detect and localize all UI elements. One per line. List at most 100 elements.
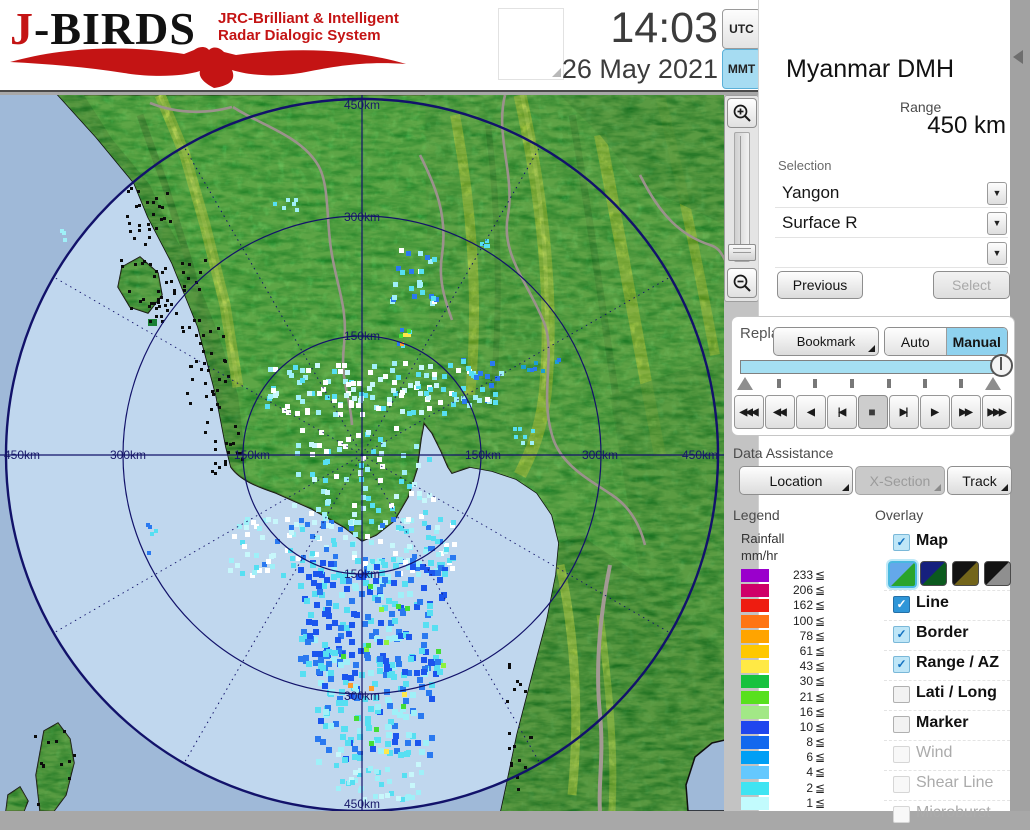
legend-swatch — [741, 644, 769, 658]
overlay-item-range-az[interactable]: ✓ Range / AZ — [884, 650, 1010, 680]
collapse-panel-icon[interactable] — [1013, 50, 1023, 64]
overlay-item-map[interactable]: ✓ Map — [884, 529, 1010, 558]
legend-row: 1 ≦ — [741, 796, 833, 811]
lte-symbol: ≦ — [815, 568, 826, 582]
legend-row: 8 ≦ — [741, 735, 833, 750]
step-first-button[interactable]: |◀ — [827, 395, 857, 429]
lte-symbol: ≦ — [815, 628, 826, 643]
dropdown-site[interactable]: Yangon ▼ — [775, 180, 1008, 208]
legend-value: 6 — [806, 750, 813, 765]
slider-start-marker[interactable] — [737, 377, 753, 390]
location-button[interactable]: Location — [739, 466, 853, 495]
manual-button[interactable]: Manual — [946, 328, 1007, 355]
bookmark-button[interactable]: Bookmark — [773, 327, 879, 356]
map-style-swatches — [884, 558, 1011, 590]
checkbox[interactable] — [893, 746, 910, 763]
legend-swatch — [741, 675, 769, 689]
overlay-item-microburst[interactable]: Microburst — [884, 800, 1010, 830]
ring-label: 450km — [682, 448, 718, 462]
checkbox[interactable]: ✓ — [893, 626, 910, 643]
map-style-terrain-dark[interactable] — [920, 561, 947, 586]
forward-button[interactable]: ▶▶ — [951, 395, 981, 429]
legend-row: 100 ≦ — [741, 614, 833, 629]
chevron-down-icon[interactable]: ▼ — [987, 212, 1007, 235]
checkbox[interactable] — [893, 806, 910, 823]
overlay-item-lati-long[interactable]: Lati / Long — [884, 680, 1010, 710]
replay-slider-track[interactable] — [740, 360, 1004, 374]
legend-value: 43 — [799, 659, 813, 674]
dropdown-extra[interactable]: ▼ — [775, 240, 1008, 268]
legend-value: 16 — [799, 704, 813, 719]
zoom-in-button[interactable] — [727, 98, 757, 128]
dropdown-product[interactable]: Surface R ▼ — [775, 210, 1008, 238]
dropdown-product-value: Surface R — [782, 213, 858, 232]
legend-unit-rainfall: Rainfall — [741, 531, 785, 546]
overlay-item-shear-line[interactable]: Shear Line — [884, 770, 1010, 800]
map-style-terrain-gray[interactable] — [984, 561, 1011, 586]
select-button[interactable]: Select — [933, 271, 1010, 299]
overlay-title: Overlay — [875, 507, 924, 523]
overlay-item-line[interactable]: ✓ Line — [884, 590, 1010, 620]
play-reverse-button[interactable]: ◀ — [796, 395, 826, 429]
ring-label: 150km — [465, 448, 501, 462]
lte-symbol: ≦ — [815, 780, 826, 795]
checkbox[interactable]: ✓ — [893, 656, 910, 673]
ring-label: 300km — [582, 448, 618, 462]
chevron-down-icon[interactable]: ▼ — [987, 242, 1007, 265]
track-button[interactable]: Track — [947, 466, 1012, 495]
previous-button[interactable]: Previous — [777, 271, 863, 299]
chevron-down-icon[interactable]: ▼ — [987, 182, 1007, 205]
overlay-label: Map — [916, 532, 948, 549]
legend-row: 233 ≦ — [741, 568, 833, 583]
dropdown-site-value: Yangon — [782, 183, 840, 202]
legend-swatch — [741, 736, 769, 750]
checkbox[interactable]: ✓ — [893, 534, 910, 551]
overlay-label: Line — [916, 594, 949, 611]
lte-symbol: ≦ — [815, 735, 826, 750]
step-last-button[interactable]: ▶| — [889, 395, 919, 429]
utc-button[interactable]: UTC — [722, 9, 761, 49]
legend-row: 10 ≦ — [741, 720, 833, 735]
range-value: 450 km — [927, 112, 1006, 139]
legend-value: 10 — [799, 719, 813, 734]
map-style-terrain-light[interactable] — [888, 561, 917, 588]
checkbox[interactable]: ✓ — [893, 596, 910, 613]
slider-end-marker[interactable] — [985, 377, 1001, 390]
auto-button[interactable]: Auto — [885, 328, 947, 355]
checkbox[interactable] — [893, 716, 910, 733]
legend-swatch — [741, 766, 769, 780]
legend-swatch — [741, 796, 769, 810]
legend-value: 100 — [792, 613, 813, 628]
radar-map[interactable]: 450km 300km 150km 150km 300km 450km 450km 300km… — [0, 95, 725, 811]
checkbox[interactable] — [893, 776, 910, 793]
legend-row: 16 ≦ — [741, 705, 833, 720]
legend-row: 6 ≦ — [741, 750, 833, 765]
legend-row: 78 ≦ — [741, 629, 833, 644]
zoom-in-icon — [733, 104, 751, 122]
zoom-slider-thumb[interactable] — [728, 244, 756, 261]
map-style-terrain-olive[interactable] — [952, 561, 979, 586]
mmt-button[interactable]: MMT — [722, 49, 761, 89]
legend-swatch — [741, 751, 769, 765]
forward-fast-button[interactable]: ▶▶▶ — [982, 395, 1012, 429]
overlay-item-marker[interactable]: Marker — [884, 710, 1010, 740]
rewind-fast-button[interactable]: ◀◀◀ — [734, 395, 764, 429]
replay-slider-thumb[interactable] — [990, 354, 1013, 377]
play-button[interactable]: ▶ — [920, 395, 950, 429]
overlay-item-wind[interactable]: Wind — [884, 740, 1010, 770]
overlay-item-border[interactable]: ✓ Border — [884, 620, 1010, 650]
legend-row: 61 ≦ — [741, 644, 833, 659]
zoom-out-button[interactable] — [727, 268, 757, 298]
lte-symbol: ≦ — [815, 750, 826, 765]
overlay-label: Lati / Long — [916, 684, 997, 701]
ring-label: 150km — [234, 448, 270, 462]
selection-label: Selection — [778, 158, 832, 173]
rewind-button[interactable]: ◀◀ — [765, 395, 795, 429]
legend-scale: 233 ≦ 206 ≦ 162 ≦ 100 ≦ 78 ≦ 61 ≦ 43 ≦ 30 ≦ 21 ≦ 16 ≦ 10 ≦ 8 ≦ 6… — [741, 568, 833, 811]
x-section-button[interactable]: X-Section — [855, 466, 945, 495]
ring-label: 300km — [344, 210, 380, 224]
zoom-slider-track[interactable] — [734, 132, 750, 262]
overlay-label: Marker — [916, 714, 969, 731]
checkbox[interactable] — [893, 686, 910, 703]
stop-button[interactable]: ■ — [858, 395, 888, 429]
